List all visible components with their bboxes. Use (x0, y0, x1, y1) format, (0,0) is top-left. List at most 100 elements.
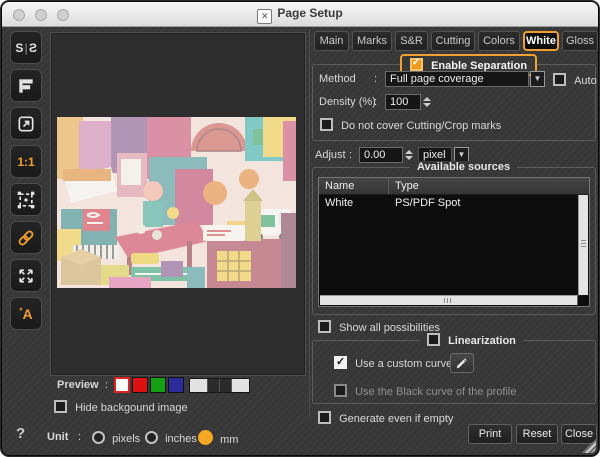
black-curve-checkbox[interactable] (334, 384, 347, 397)
auto-row[interactable]: Auto (553, 73, 597, 87)
col-name[interactable]: Name (319, 178, 389, 194)
hide-background-label: Hide backgound image (75, 402, 188, 414)
window-title: Page Setup (277, 6, 342, 20)
preview-colon: : (105, 379, 108, 391)
tab-marks[interactable]: Marks (352, 31, 392, 51)
table-vertical-scrollbar[interactable] (578, 195, 588, 295)
window-title-wrap: ✕ Page Setup (2, 6, 598, 24)
pipe-glyph: | (23, 41, 28, 55)
generate-checkbox[interactable] (318, 411, 331, 424)
hide-background-row[interactable]: Hide backgound image (54, 400, 188, 414)
inches-radio[interactable] (145, 431, 158, 444)
unit-radio-inches[interactable]: inches (145, 431, 197, 445)
preview-swatch-green[interactable] (150, 377, 166, 393)
density-up-icon[interactable] (423, 97, 431, 101)
black-curve-row[interactable]: Use the Black curve of the profile (334, 384, 516, 398)
do-not-cover-checkbox[interactable] (320, 118, 333, 131)
tab-white[interactable]: White (523, 31, 559, 51)
app-icon: ✕ (257, 9, 272, 24)
show-all-row[interactable]: Show all possibilities (318, 320, 440, 334)
pixels-label: pixels (112, 433, 140, 445)
density-value: 100 (390, 96, 408, 108)
annotate-tool-button[interactable]: *A (10, 297, 42, 330)
adjust-input[interactable]: 0.00 (359, 147, 403, 163)
mm-label: mm (220, 434, 238, 446)
adjust-down-icon[interactable] (405, 156, 413, 160)
linearization-checkbox[interactable] (427, 333, 440, 346)
slider-thumb-b[interactable] (220, 379, 232, 392)
generate-row[interactable]: Generate even if empty (318, 411, 453, 425)
unit-radio-mm[interactable]: mm (198, 430, 238, 446)
align-tool-button[interactable] (10, 69, 42, 102)
tab-main[interactable]: Main (314, 31, 349, 51)
method-select[interactable]: Full page coverage (385, 71, 529, 87)
density-down-icon[interactable] (423, 103, 431, 107)
method-value: Full page coverage (390, 73, 484, 85)
col-type[interactable]: Type (389, 178, 589, 194)
black-curve-label: Use the Black curve of the profile (355, 386, 516, 398)
adjust-up-icon[interactable] (405, 150, 413, 154)
table-row[interactable]: White PS/PDF Spot (319, 195, 589, 211)
vscroll-grip-icon (581, 240, 586, 241)
tab-cutting[interactable]: Cutting (431, 31, 475, 51)
auto-checkbox[interactable] (553, 73, 566, 86)
density-colon: : (374, 96, 377, 108)
help-button[interactable]: ? (16, 425, 25, 442)
expand-tool-button[interactable] (10, 259, 42, 292)
available-sources-table[interactable]: Name Type White PS/PDF Spot (318, 177, 590, 307)
custom-curve-row[interactable]: Use a custom curve (334, 356, 452, 370)
custom-curve-checkbox[interactable] (334, 356, 347, 369)
density-input[interactable]: 100 (385, 94, 421, 110)
panel-divider (309, 29, 310, 417)
sources-table-header[interactable]: Name Type (319, 178, 589, 195)
expand-icon (16, 266, 36, 286)
marks-icon (16, 190, 36, 210)
titlebar[interactable]: ✕ Page Setup (2, 2, 598, 27)
enable-separation-checkbox[interactable] (410, 58, 423, 71)
scale-tool-button[interactable] (10, 107, 42, 140)
hide-background-checkbox[interactable] (54, 400, 67, 413)
preview-swatch-white[interactable] (114, 377, 130, 393)
preview-swatch-red[interactable] (132, 377, 148, 393)
print-button[interactable]: Print (468, 424, 512, 444)
tab-sr[interactable]: S&R (395, 31, 428, 51)
linearization-title: Linearization (448, 335, 516, 347)
dialog-content: S|S 1:1 (2, 27, 598, 455)
inches-label: inches (165, 433, 197, 445)
one-to-one-tool-button[interactable]: 1:1 (10, 145, 42, 178)
preview-image[interactable] (57, 117, 296, 288)
density-stepper[interactable] (423, 93, 433, 111)
s-glyph-mirrored: S (29, 41, 37, 55)
table-horizontal-scrollbar[interactable] (320, 295, 578, 305)
method-dropdown-arrow-icon[interactable]: ▼ (530, 71, 545, 87)
preview-tone-slider[interactable] (189, 378, 250, 393)
show-all-checkbox[interactable] (318, 320, 331, 333)
slider-thumb-a[interactable] (208, 379, 220, 392)
adjust-label: Adjust (315, 149, 346, 161)
close-button[interactable]: Close (561, 424, 597, 444)
linearization-legend[interactable]: Linearization (420, 333, 523, 347)
annotate-a-icon: A (23, 306, 33, 322)
slider-track-left (190, 379, 208, 392)
do-not-cover-row[interactable]: Do not cover Cutting/Crop marks (320, 118, 501, 132)
crop-marks-tool-button[interactable] (10, 183, 42, 216)
slider-track-right (232, 379, 249, 392)
auto-label: Auto (574, 75, 597, 87)
edit-curve-button[interactable] (450, 353, 474, 373)
adjust-unit-value: pixel (423, 149, 446, 161)
step-and-repeat-tool-button[interactable]: S|S (10, 31, 42, 64)
tab-colors[interactable]: Colors (478, 31, 520, 51)
tab-gloss[interactable]: Gloss (562, 31, 598, 51)
unit-label: Unit (47, 431, 68, 443)
preview-swatch-blue[interactable] (168, 377, 184, 393)
reset-button[interactable]: Reset (516, 424, 558, 444)
link-tool-button[interactable] (10, 221, 42, 254)
pixels-radio[interactable] (92, 431, 105, 444)
link-icon (16, 228, 36, 248)
mm-radio[interactable] (198, 430, 213, 445)
page-setup-dialog: ✕ Page Setup S|S 1:1 (1, 1, 599, 456)
density-label: Density (%) (319, 96, 376, 108)
row-name: White (319, 195, 389, 211)
method-label: Method (319, 73, 356, 85)
unit-radio-pixels[interactable]: pixels (92, 431, 140, 445)
